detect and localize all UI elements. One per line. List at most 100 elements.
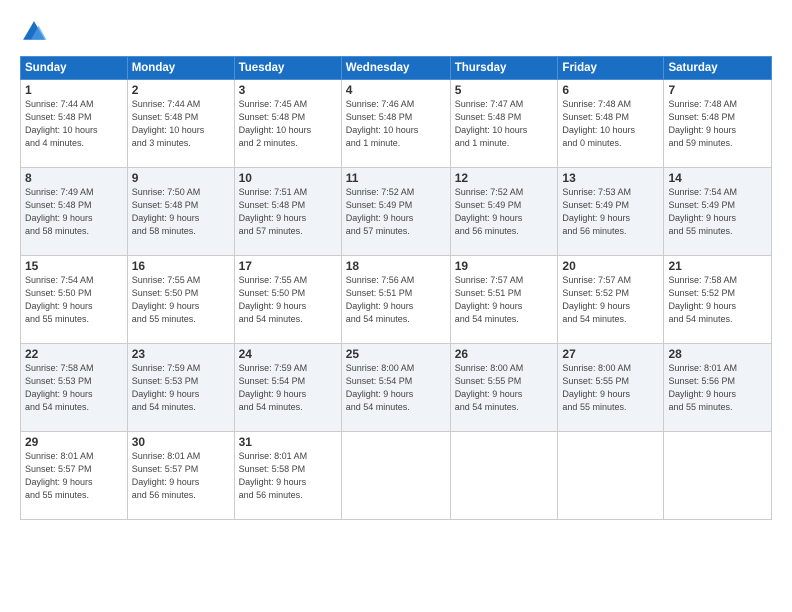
calendar-cell: 24Sunrise: 7:59 AM Sunset: 5:54 PM Dayli… [234,344,341,432]
calendar-cell: 9Sunrise: 7:50 AM Sunset: 5:48 PM Daylig… [127,168,234,256]
calendar-week-row: 15Sunrise: 7:54 AM Sunset: 5:50 PM Dayli… [21,256,772,344]
day-number: 14 [668,171,767,185]
day-info: Sunrise: 7:58 AM Sunset: 5:53 PM Dayligh… [25,362,123,414]
calendar-week-row: 29Sunrise: 8:01 AM Sunset: 5:57 PM Dayli… [21,432,772,520]
day-number: 4 [346,83,446,97]
day-info: Sunrise: 7:52 AM Sunset: 5:49 PM Dayligh… [346,186,446,238]
day-info: Sunrise: 7:54 AM Sunset: 5:50 PM Dayligh… [25,274,123,326]
day-number: 11 [346,171,446,185]
day-info: Sunrise: 7:55 AM Sunset: 5:50 PM Dayligh… [132,274,230,326]
calendar-col-header: Saturday [664,57,772,80]
day-info: Sunrise: 7:57 AM Sunset: 5:51 PM Dayligh… [455,274,554,326]
day-number: 20 [562,259,659,273]
day-number: 7 [668,83,767,97]
calendar-cell: 30Sunrise: 8:01 AM Sunset: 5:57 PM Dayli… [127,432,234,520]
calendar-cell: 23Sunrise: 7:59 AM Sunset: 5:53 PM Dayli… [127,344,234,432]
calendar-cell: 20Sunrise: 7:57 AM Sunset: 5:52 PM Dayli… [558,256,664,344]
calendar-cell: 17Sunrise: 7:55 AM Sunset: 5:50 PM Dayli… [234,256,341,344]
day-info: Sunrise: 7:49 AM Sunset: 5:48 PM Dayligh… [25,186,123,238]
day-number: 10 [239,171,337,185]
day-info: Sunrise: 8:00 AM Sunset: 5:54 PM Dayligh… [346,362,446,414]
day-info: Sunrise: 8:01 AM Sunset: 5:57 PM Dayligh… [25,450,123,502]
calendar-cell [664,432,772,520]
day-number: 31 [239,435,337,449]
calendar-cell [558,432,664,520]
calendar-col-header: Monday [127,57,234,80]
calendar-cell: 15Sunrise: 7:54 AM Sunset: 5:50 PM Dayli… [21,256,128,344]
calendar-cell: 29Sunrise: 8:01 AM Sunset: 5:57 PM Dayli… [21,432,128,520]
calendar-cell: 5Sunrise: 7:47 AM Sunset: 5:48 PM Daylig… [450,80,558,168]
header [20,18,772,46]
calendar-cell: 19Sunrise: 7:57 AM Sunset: 5:51 PM Dayli… [450,256,558,344]
calendar-cell: 18Sunrise: 7:56 AM Sunset: 5:51 PM Dayli… [341,256,450,344]
calendar-cell: 2Sunrise: 7:44 AM Sunset: 5:48 PM Daylig… [127,80,234,168]
calendar-cell: 31Sunrise: 8:01 AM Sunset: 5:58 PM Dayli… [234,432,341,520]
day-info: Sunrise: 7:59 AM Sunset: 5:53 PM Dayligh… [132,362,230,414]
day-number: 2 [132,83,230,97]
day-info: Sunrise: 7:59 AM Sunset: 5:54 PM Dayligh… [239,362,337,414]
day-number: 16 [132,259,230,273]
day-info: Sunrise: 7:48 AM Sunset: 5:48 PM Dayligh… [668,98,767,150]
calendar-cell: 11Sunrise: 7:52 AM Sunset: 5:49 PM Dayli… [341,168,450,256]
day-info: Sunrise: 7:55 AM Sunset: 5:50 PM Dayligh… [239,274,337,326]
day-number: 1 [25,83,123,97]
day-info: Sunrise: 7:52 AM Sunset: 5:49 PM Dayligh… [455,186,554,238]
page: SundayMondayTuesdayWednesdayThursdayFrid… [0,0,792,612]
logo-icon [20,18,48,46]
day-number: 8 [25,171,123,185]
calendar-cell: 26Sunrise: 8:00 AM Sunset: 5:55 PM Dayli… [450,344,558,432]
day-number: 12 [455,171,554,185]
day-info: Sunrise: 8:01 AM Sunset: 5:56 PM Dayligh… [668,362,767,414]
calendar-cell [341,432,450,520]
day-number: 29 [25,435,123,449]
calendar-table: SundayMondayTuesdayWednesdayThursdayFrid… [20,56,772,520]
calendar-cell: 1Sunrise: 7:44 AM Sunset: 5:48 PM Daylig… [21,80,128,168]
calendar-cell: 21Sunrise: 7:58 AM Sunset: 5:52 PM Dayli… [664,256,772,344]
calendar-cell: 3Sunrise: 7:45 AM Sunset: 5:48 PM Daylig… [234,80,341,168]
day-number: 15 [25,259,123,273]
calendar-header-row: SundayMondayTuesdayWednesdayThursdayFrid… [21,57,772,80]
calendar-cell: 13Sunrise: 7:53 AM Sunset: 5:49 PM Dayli… [558,168,664,256]
calendar-week-row: 22Sunrise: 7:58 AM Sunset: 5:53 PM Dayli… [21,344,772,432]
day-info: Sunrise: 7:45 AM Sunset: 5:48 PM Dayligh… [239,98,337,150]
day-info: Sunrise: 7:46 AM Sunset: 5:48 PM Dayligh… [346,98,446,150]
day-info: Sunrise: 7:51 AM Sunset: 5:48 PM Dayligh… [239,186,337,238]
day-info: Sunrise: 8:00 AM Sunset: 5:55 PM Dayligh… [455,362,554,414]
day-number: 5 [455,83,554,97]
calendar-cell: 22Sunrise: 7:58 AM Sunset: 5:53 PM Dayli… [21,344,128,432]
day-info: Sunrise: 7:50 AM Sunset: 5:48 PM Dayligh… [132,186,230,238]
day-info: Sunrise: 7:44 AM Sunset: 5:48 PM Dayligh… [132,98,230,150]
calendar-cell: 10Sunrise: 7:51 AM Sunset: 5:48 PM Dayli… [234,168,341,256]
day-info: Sunrise: 7:47 AM Sunset: 5:48 PM Dayligh… [455,98,554,150]
day-number: 28 [668,347,767,361]
day-number: 30 [132,435,230,449]
day-number: 23 [132,347,230,361]
day-info: Sunrise: 7:56 AM Sunset: 5:51 PM Dayligh… [346,274,446,326]
calendar-col-header: Tuesday [234,57,341,80]
calendar-col-header: Thursday [450,57,558,80]
calendar-cell: 12Sunrise: 7:52 AM Sunset: 5:49 PM Dayli… [450,168,558,256]
day-info: Sunrise: 7:48 AM Sunset: 5:48 PM Dayligh… [562,98,659,150]
calendar-col-header: Sunday [21,57,128,80]
calendar-cell: 28Sunrise: 8:01 AM Sunset: 5:56 PM Dayli… [664,344,772,432]
day-number: 19 [455,259,554,273]
day-number: 22 [25,347,123,361]
day-number: 21 [668,259,767,273]
day-number: 13 [562,171,659,185]
day-info: Sunrise: 7:44 AM Sunset: 5:48 PM Dayligh… [25,98,123,150]
calendar-cell: 8Sunrise: 7:49 AM Sunset: 5:48 PM Daylig… [21,168,128,256]
day-info: Sunrise: 7:53 AM Sunset: 5:49 PM Dayligh… [562,186,659,238]
calendar-cell [450,432,558,520]
day-number: 3 [239,83,337,97]
day-info: Sunrise: 8:01 AM Sunset: 5:58 PM Dayligh… [239,450,337,502]
day-info: Sunrise: 7:58 AM Sunset: 5:52 PM Dayligh… [668,274,767,326]
day-number: 25 [346,347,446,361]
calendar-week-row: 8Sunrise: 7:49 AM Sunset: 5:48 PM Daylig… [21,168,772,256]
day-number: 26 [455,347,554,361]
calendar-cell: 27Sunrise: 8:00 AM Sunset: 5:55 PM Dayli… [558,344,664,432]
day-info: Sunrise: 8:00 AM Sunset: 5:55 PM Dayligh… [562,362,659,414]
calendar-cell: 7Sunrise: 7:48 AM Sunset: 5:48 PM Daylig… [664,80,772,168]
day-number: 9 [132,171,230,185]
logo [20,18,52,46]
day-number: 24 [239,347,337,361]
